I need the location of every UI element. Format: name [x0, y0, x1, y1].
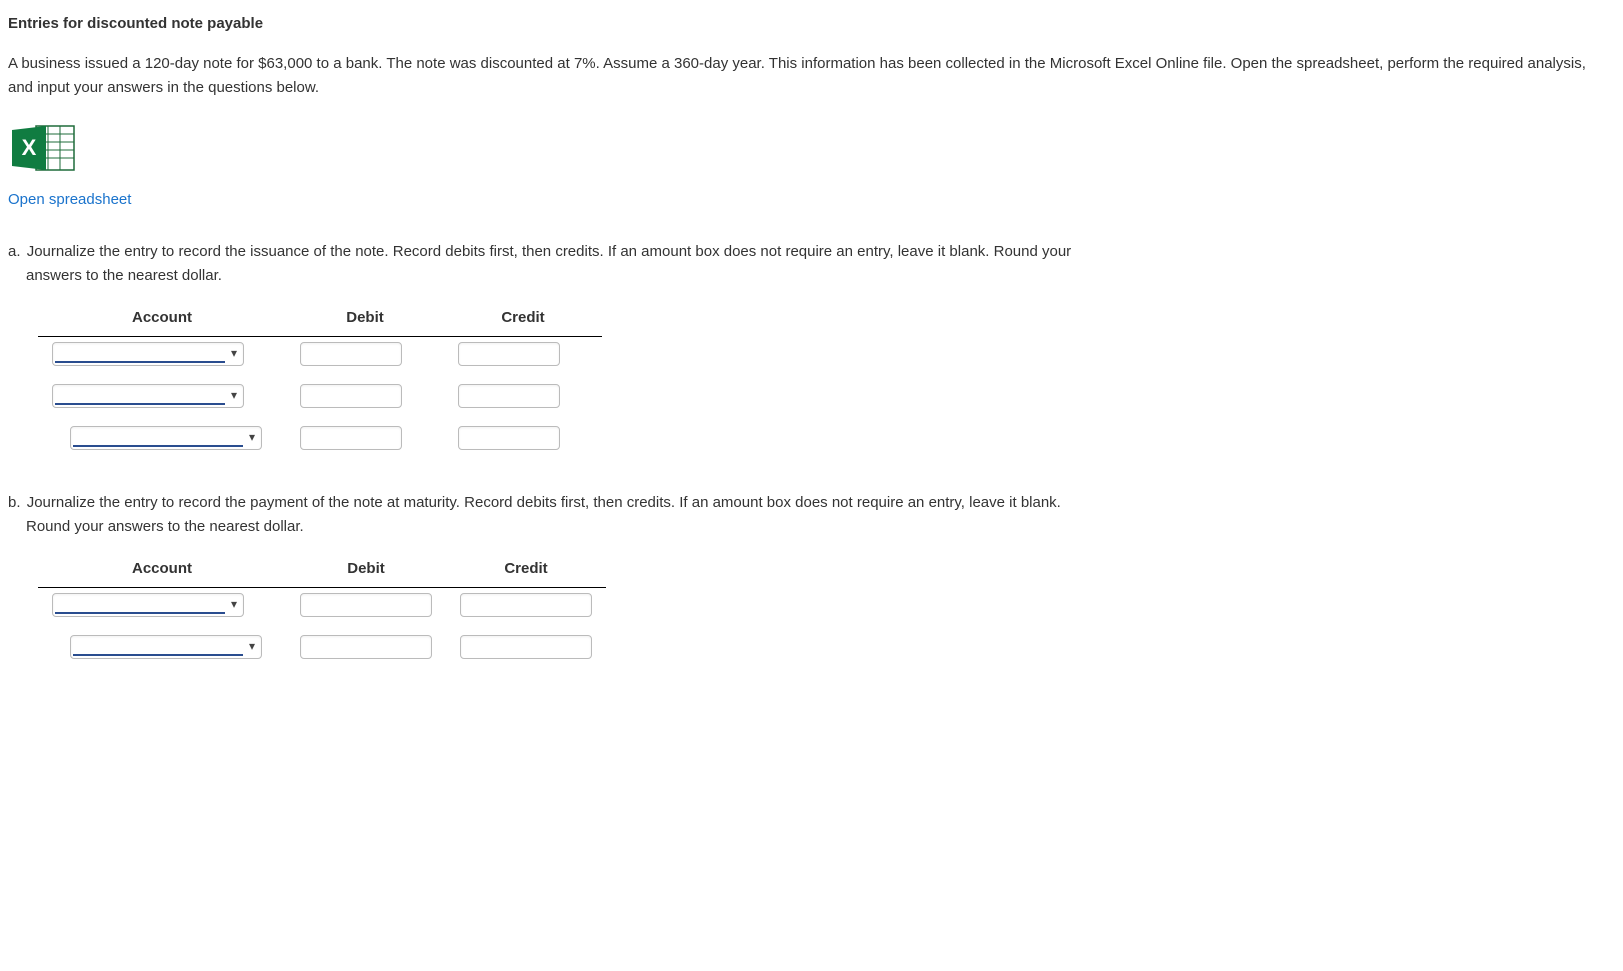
- account-select-b2[interactable]: [70, 635, 262, 659]
- question-a-letter: a.: [8, 243, 21, 260]
- svg-text:X: X: [22, 135, 37, 160]
- journal-table-a: Account Debit Credit: [38, 302, 602, 463]
- debit-input-a1[interactable]: [300, 342, 402, 366]
- table-row: [38, 421, 602, 463]
- debit-input-b2[interactable]: [300, 635, 432, 659]
- account-select-a2[interactable]: [52, 384, 244, 408]
- intro-paragraph: A business issued a 120-day note for $63…: [8, 52, 1615, 100]
- table-row: [38, 630, 606, 672]
- credit-input-a2[interactable]: [458, 384, 560, 408]
- debit-input-a2[interactable]: [300, 384, 402, 408]
- table-row: [38, 588, 606, 631]
- credit-input-b1[interactable]: [460, 593, 592, 617]
- credit-input-a3[interactable]: [458, 426, 560, 450]
- question-b-text-line2: Round your answers to the nearest dollar…: [26, 515, 1615, 539]
- header-credit-b: Credit: [446, 553, 606, 588]
- credit-input-a1[interactable]: [458, 342, 560, 366]
- debit-input-b1[interactable]: [300, 593, 432, 617]
- question-a-text-line2: answers to the nearest dollar.: [26, 264, 1615, 288]
- credit-input-b2[interactable]: [460, 635, 592, 659]
- question-b: b. Journalize the entry to record the pa…: [8, 491, 1615, 539]
- header-debit: Debit: [286, 302, 444, 337]
- table-row: [38, 379, 602, 421]
- header-account-b: Account: [38, 553, 286, 588]
- table-row: [38, 337, 602, 380]
- account-select-b1[interactable]: [52, 593, 244, 617]
- question-a-text-line1: Journalize the entry to record the issua…: [27, 243, 1071, 260]
- journal-table-b: Account Debit Credit: [38, 553, 606, 672]
- question-b-text-line1: Journalize the entry to record the payme…: [27, 494, 1061, 511]
- open-spreadsheet-link[interactable]: Open spreadsheet: [8, 188, 1615, 212]
- excel-icon[interactable]: X: [8, 124, 80, 172]
- header-debit-b: Debit: [286, 553, 446, 588]
- header-credit: Credit: [444, 302, 602, 337]
- account-select-a3[interactable]: [70, 426, 262, 450]
- header-account: Account: [38, 302, 286, 337]
- question-a: a. Journalize the entry to record the is…: [8, 240, 1615, 288]
- page-title: Entries for discounted note payable: [8, 12, 1615, 36]
- debit-input-a3[interactable]: [300, 426, 402, 450]
- account-select-a1[interactable]: [52, 342, 244, 366]
- question-b-letter: b.: [8, 494, 21, 511]
